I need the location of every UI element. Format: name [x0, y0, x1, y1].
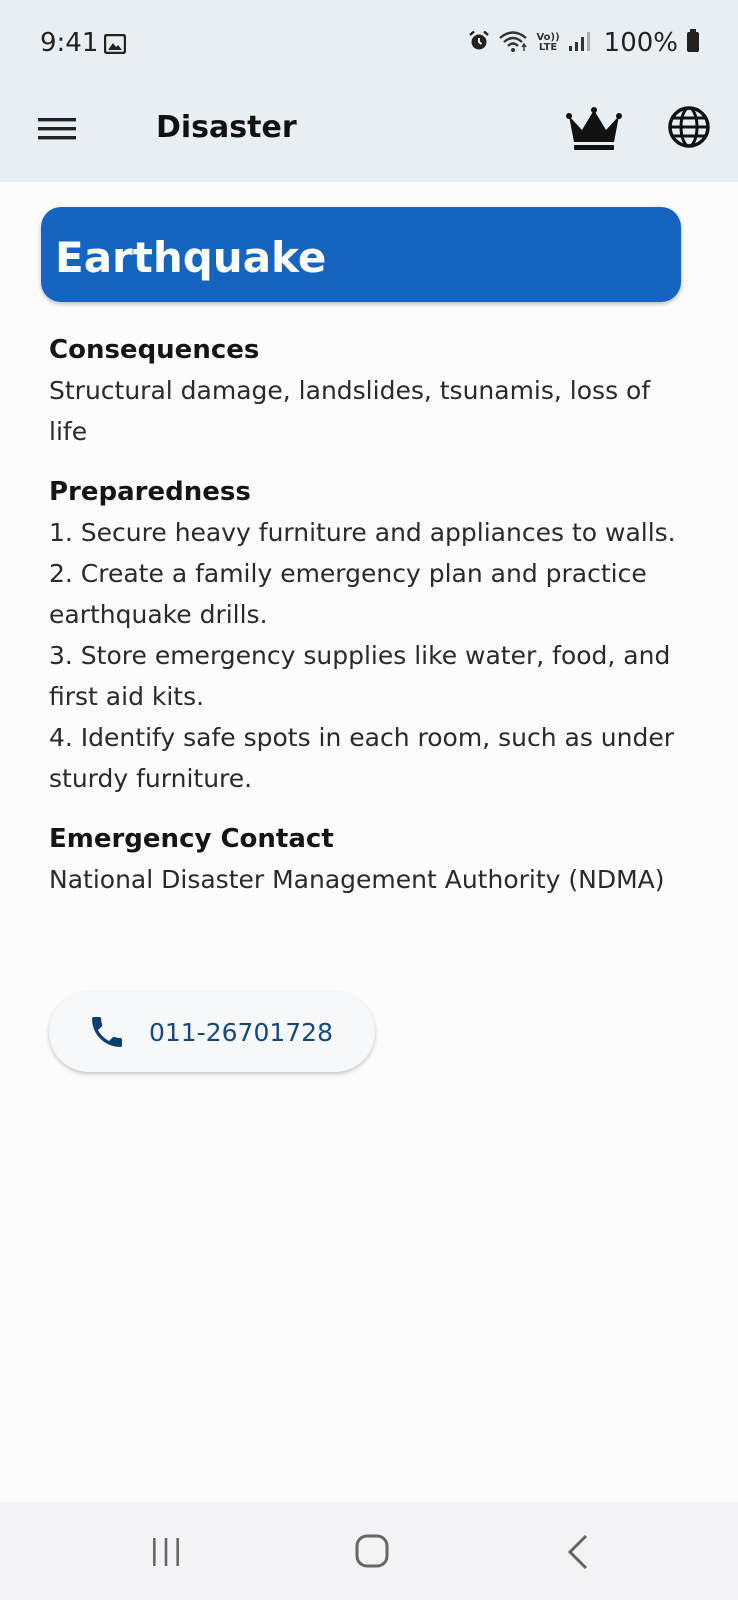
preparedness-item: 4. Identify safe spots in each room, suc…	[49, 723, 675, 793]
preparedness-section: Preparedness 1. Secure heavy furniture a…	[49, 472, 689, 799]
consequences-heading: Consequences	[49, 335, 260, 365]
preparedness-list: 1. Secure heavy furniture and appliances…	[49, 512, 689, 799]
system-nav-bar	[0, 1502, 738, 1600]
disaster-details: Consequences Structural damage, landslid…	[49, 330, 689, 920]
network-bottom-label: LTE	[538, 42, 558, 53]
image-icon	[103, 33, 127, 55]
globe-icon[interactable]	[666, 104, 712, 150]
consequences-section: Consequences Structural damage, landslid…	[49, 330, 689, 452]
alarm-icon	[468, 30, 490, 56]
call-number: 011-26701728	[149, 1017, 333, 1047]
page-title: Disaster	[156, 110, 297, 145]
disaster-title: Earthquake	[55, 233, 327, 282]
crown-icon[interactable]	[566, 104, 622, 154]
preparedness-item: 2. Create a family emergency plan and pr…	[49, 559, 647, 629]
signal-icon	[568, 30, 592, 56]
contact-section: Emergency Contact National Disaster Mana…	[49, 819, 689, 900]
call-button[interactable]: 011-26701728	[49, 992, 375, 1072]
preparedness-item: 1. Secure heavy furniture and appliances…	[49, 518, 676, 547]
disaster-title-banner: Earthquake	[41, 207, 681, 302]
recent-apps-icon[interactable]	[150, 1536, 182, 1568]
app-bar: Disaster	[0, 88, 738, 182]
battery-percent: 100%	[603, 28, 678, 58]
status-time: 9:41	[40, 28, 99, 58]
status-icons: Vo)) LTE 100%	[468, 26, 700, 60]
phone-icon	[87, 1012, 127, 1052]
menu-icon[interactable]	[38, 109, 78, 149]
preparedness-heading: Preparedness	[49, 477, 251, 507]
contact-name: National Disaster Management Authority (…	[49, 865, 665, 894]
back-icon[interactable]	[566, 1534, 590, 1570]
contact-heading: Emergency Contact	[49, 824, 334, 854]
home-icon[interactable]	[355, 1534, 389, 1568]
consequences-text: Structural damage, landslides, tsunamis,…	[49, 376, 651, 446]
battery-icon	[686, 29, 700, 57]
status-bar: 9:41 Vo)) LTE 100%	[0, 0, 738, 88]
preparedness-item: 3. Store emergency supplies like water, …	[49, 641, 671, 711]
network-type: Vo)) LTE	[536, 33, 559, 53]
wifi-icon	[498, 29, 528, 57]
